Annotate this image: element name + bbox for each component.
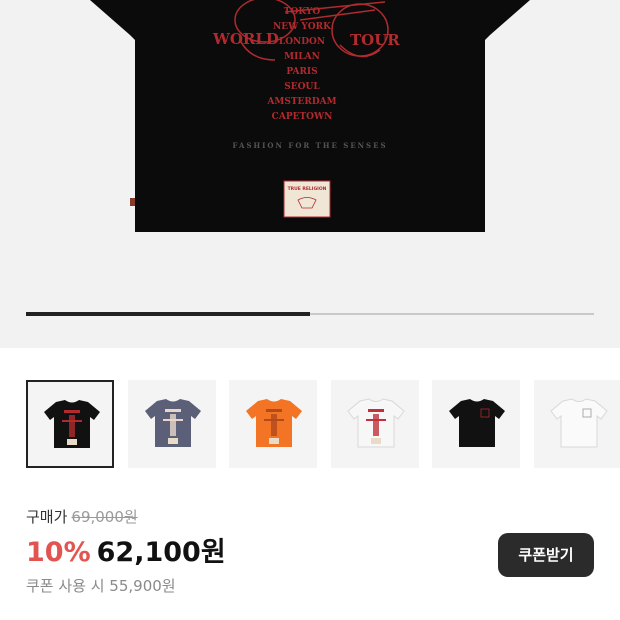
print-footer: FASHION FOR THE SENSES <box>232 141 387 150</box>
original-price: 69,000원 <box>71 508 138 526</box>
city-text: MILAN <box>284 52 320 62</box>
gallery-progress <box>26 312 594 316</box>
thumbnail-black-plain[interactable] <box>432 380 520 468</box>
price-info: 구매가 69,000원 10% 62,100원 쿠폰 사용 시 55,900원 <box>26 506 486 597</box>
thumbnail-shirt-icon <box>550 398 608 448</box>
coupon-price: 쿠폰 사용 시 55,900원 <box>26 577 176 595</box>
city-text: PARIS <box>286 67 317 77</box>
city-text: TOKYO <box>284 7 321 17</box>
city-text: SEOUL <box>284 82 320 92</box>
thumbnail-white-plain[interactable] <box>534 380 620 468</box>
gallery-progress-fill <box>26 312 310 316</box>
print-right: TOUR <box>350 31 400 49</box>
sale-price-row: 10% 62,100원 <box>26 537 486 569</box>
thumbnail-black[interactable] <box>26 380 114 468</box>
hem-label-text: TRUE RELIGION <box>288 186 327 192</box>
thumbnail-shirt-icon <box>145 399 201 447</box>
tshirt-image: WORLD TOUR TOKYO NEW YORK LONDON MILAN PARIS… <box>90 0 530 232</box>
thumbnail-white[interactable] <box>331 380 419 468</box>
discount-rate: 10% <box>26 537 91 568</box>
thumbnail-navy[interactable] <box>128 380 216 468</box>
get-coupon-button[interactable]: 쿠폰받기 <box>498 533 594 577</box>
product-image[interactable]: WORLD TOUR TOKYO NEW YORK LONDON MILAN PARIS… <box>0 0 620 348</box>
purchase-price-label: 구매가 <box>26 508 68 526</box>
thumbnail-shirt-icon <box>246 399 302 447</box>
purchase-price-row: 구매가 69,000원 <box>26 506 486 528</box>
thumbnail-shirt-icon <box>347 398 405 448</box>
print-left: WORLD <box>212 30 279 48</box>
sale-price: 62,100원 <box>96 537 226 568</box>
city-text: CAPETOWN <box>272 112 333 122</box>
city-text: AMSTERDAM <box>266 97 336 107</box>
thumbnail-shirt-icon <box>44 400 100 448</box>
thumbnail-shirt-icon <box>449 399 505 447</box>
city-text: NEW YORK <box>273 22 332 32</box>
thumbnail-strip[interactable] <box>0 380 620 472</box>
thumbnail-orange[interactable] <box>229 380 317 468</box>
city-text: LONDON <box>279 37 325 47</box>
